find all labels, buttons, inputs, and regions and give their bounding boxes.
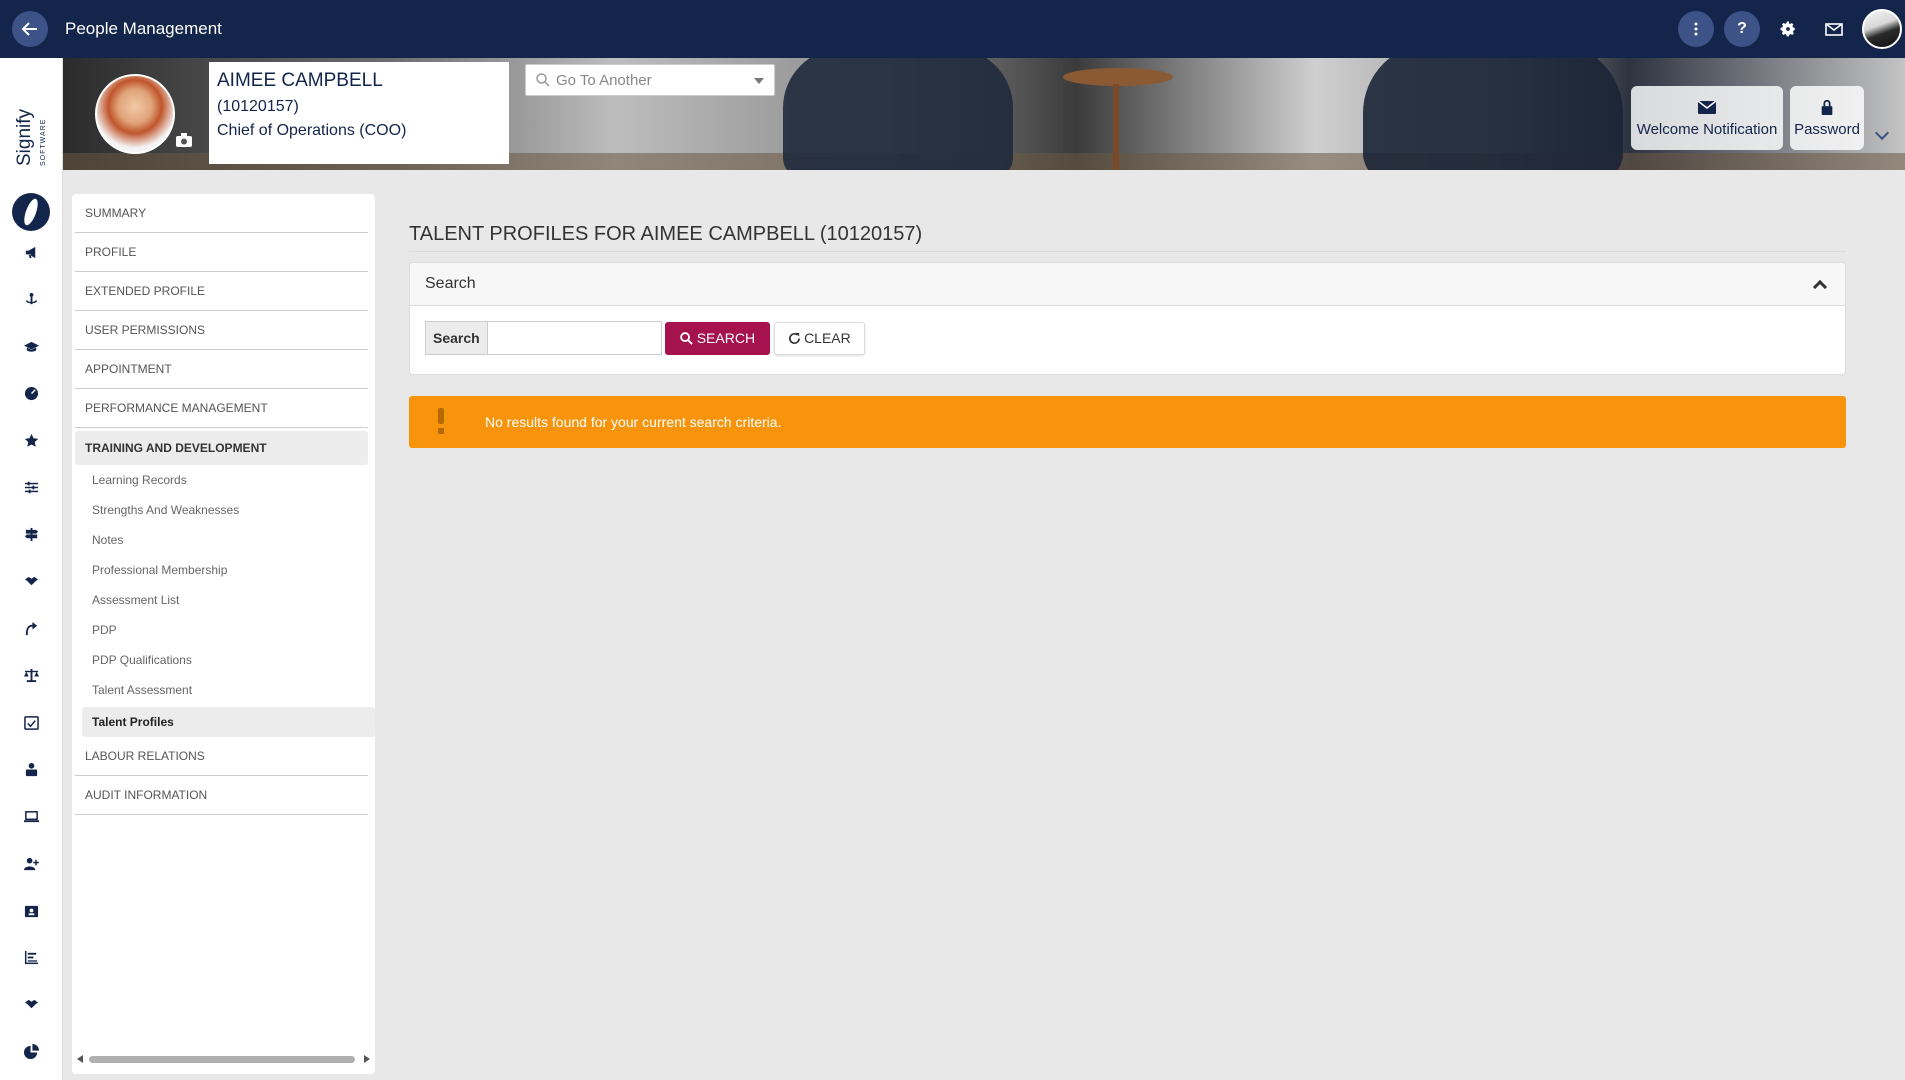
nav-appointment[interactable]: APPOINTMENT <box>75 350 368 389</box>
logo-mark-icon <box>12 193 50 231</box>
no-results-alert: No results found for your current search… <box>409 396 1846 448</box>
title-divider <box>409 251 1846 252</box>
password-label: Password <box>1794 120 1860 138</box>
person-desk-icon[interactable] <box>22 760 40 778</box>
scroll-thumb[interactable] <box>89 1056 355 1063</box>
more-vertical-icon <box>1694 22 1698 36</box>
star-icon[interactable] <box>22 431 40 449</box>
employee-info-card: AIMEE CAMPBELL (10120157) Chief of Opera… <box>209 62 509 164</box>
nav-performance-management[interactable]: PERFORMANCE MANAGEMENT <box>75 389 368 428</box>
bar-chart-icon[interactable] <box>22 948 40 966</box>
nav-horizontal-scrollbar[interactable] <box>75 1052 372 1066</box>
arrow-left-icon <box>22 22 37 36</box>
user-plus-icon[interactable] <box>22 854 40 872</box>
dropdown-caret-icon <box>754 78 764 84</box>
alert-message: No results found for your current search… <box>485 414 782 430</box>
nav-extended-profile[interactable]: EXTENDED PROFILE <box>75 272 368 311</box>
sub-talent-profiles[interactable]: Talent Profiles <box>82 707 375 737</box>
go-to-another-placeholder: Go To Another <box>556 71 652 89</box>
banner-table-leg <box>1113 84 1119 170</box>
handshake-icon[interactable] <box>22 572 40 590</box>
scroll-left-arrow-icon[interactable] <box>77 1055 83 1063</box>
search-icon <box>536 73 550 87</box>
sliders-icon[interactable] <box>22 478 40 496</box>
sub-talent-assessment[interactable]: Talent Assessment <box>92 683 192 697</box>
settings-button[interactable] <box>1770 11 1806 47</box>
handshake-2-icon[interactable] <box>22 995 40 1013</box>
employee-photo <box>95 74 175 154</box>
clear-button[interactable]: CLEAR <box>774 321 865 355</box>
sub-professional-membership[interactable]: Professional Membership <box>92 563 227 577</box>
back-button[interactable] <box>12 11 48 47</box>
camera-icon[interactable] <box>176 133 192 147</box>
gear-icon <box>1780 21 1795 37</box>
page-title: TALENT PROFILES FOR AIMEE CAMPBELL (1012… <box>409 223 923 245</box>
anchor-icon[interactable] <box>22 290 40 308</box>
messages-button[interactable] <box>1816 11 1852 47</box>
route-icon[interactable] <box>22 619 40 637</box>
search-panel-header[interactable]: Search <box>410 263 1845 306</box>
laptop-icon[interactable] <box>22 807 40 825</box>
banner-chair-2 <box>1363 58 1623 170</box>
mail-icon <box>1825 23 1843 36</box>
scales-icon[interactable] <box>22 666 40 684</box>
go-to-another-select[interactable]: Go To Another <box>525 64 775 96</box>
icon-rail: Signify SOFTWARE <box>0 58 63 1080</box>
search-icon <box>679 331 693 345</box>
sub-notes[interactable]: Notes <box>92 533 123 547</box>
search-panel-title: Search <box>425 275 476 292</box>
employee-number: (10120157) <box>217 98 299 115</box>
employee-name: AIMEE CAMPBELL <box>217 70 383 91</box>
section-nav: SUMMARY PROFILE EXTENDED PROFILE USER PE… <box>72 194 375 1074</box>
refresh-icon <box>789 332 801 344</box>
id-card-icon[interactable] <box>22 901 40 919</box>
banner-collapse-chevron-icon[interactable] <box>1874 125 1890 141</box>
nav-summary[interactable]: SUMMARY <box>75 194 368 233</box>
brand-name: Signify <box>14 108 35 166</box>
user-avatar[interactable] <box>1862 9 1902 49</box>
clear-button-label: CLEAR <box>804 330 851 346</box>
sub-pdp[interactable]: PDP <box>92 623 117 637</box>
more-menu-button[interactable] <box>1678 11 1714 47</box>
scroll-right-arrow-icon[interactable] <box>364 1055 370 1063</box>
search-button[interactable]: SEARCH <box>664 321 771 355</box>
search-input[interactable] <box>487 321 662 355</box>
signpost-icon[interactable] <box>22 525 40 543</box>
top-bar: People Management ? <box>0 0 1905 58</box>
employee-job-title: Chief of Operations (COO) <box>217 122 407 139</box>
welcome-notification-label: Welcome Notification <box>1636 120 1778 138</box>
sub-pdp-qualifications[interactable]: PDP Qualifications <box>92 653 192 667</box>
nav-audit-information[interactable]: AUDIT INFORMATION <box>75 776 368 815</box>
brand-sub: SOFTWARE <box>40 118 47 166</box>
envelope-icon <box>1698 99 1716 114</box>
pie-chart-icon[interactable] <box>22 1042 40 1060</box>
search-button-label: SEARCH <box>696 330 756 346</box>
app-title: People Management <box>65 19 222 38</box>
help-label: ? <box>1737 20 1747 37</box>
search-panel: Search Search SEARCH CLEAR <box>409 262 1846 375</box>
nav-training-and-development[interactable]: TRAINING AND DEVELOPMENT <box>75 431 368 465</box>
sub-strengths-weaknesses[interactable]: Strengths And Weaknesses <box>92 503 239 517</box>
lock-icon <box>1821 99 1833 115</box>
exclamation-icon <box>436 408 446 436</box>
signify-logo: Signify SOFTWARE <box>10 88 52 263</box>
megaphone-icon[interactable] <box>22 243 40 261</box>
sub-learning-records[interactable]: Learning Records <box>92 473 187 487</box>
graduation-cap-icon[interactable] <box>22 337 40 355</box>
nav-user-permissions[interactable]: USER PERMISSIONS <box>75 311 368 350</box>
password-button[interactable]: Password <box>1790 86 1864 150</box>
sub-assessment-list[interactable]: Assessment List <box>92 593 179 607</box>
calendar-check-icon[interactable] <box>22 713 40 731</box>
help-button[interactable]: ? <box>1724 11 1760 47</box>
search-addon-label: Search <box>425 321 488 355</box>
welcome-notification-button[interactable]: Welcome Notification <box>1631 86 1783 150</box>
gauge-icon[interactable] <box>22 384 40 402</box>
banner-chair <box>783 58 1013 170</box>
nav-profile[interactable]: PROFILE <box>75 233 368 272</box>
nav-labour-relations[interactable]: LABOUR RELATIONS <box>75 737 368 776</box>
